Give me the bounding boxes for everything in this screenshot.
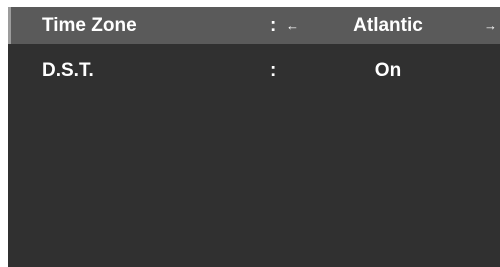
settings-panel: Time Zone : ← Atlantic → D.S.T. : On (8, 7, 500, 267)
focus-indicator (8, 7, 11, 44)
arrow-right-icon[interactable]: → (484, 16, 497, 35)
dst-row[interactable]: D.S.T. : On (8, 52, 500, 89)
dst-value[interactable]: On (298, 60, 478, 82)
time-zone-separator: : (270, 15, 277, 36)
dst-label: D.S.T. (42, 60, 94, 81)
time-zone-value[interactable]: Atlantic (298, 15, 478, 37)
time-zone-label: Time Zone (42, 15, 137, 36)
time-zone-row[interactable]: Time Zone : ← Atlantic → (8, 7, 500, 44)
dst-separator: : (270, 60, 277, 81)
